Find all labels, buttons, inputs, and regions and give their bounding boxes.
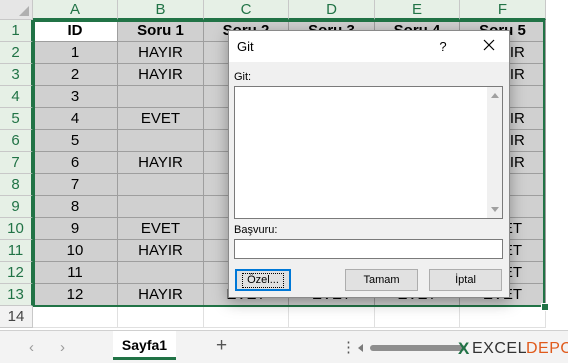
logo-excel: EXCEL [472,340,527,357]
scroll-left-icon[interactable] [358,344,363,352]
table-cell[interactable]: HAYIR [118,64,204,86]
column-header-b[interactable]: B [118,0,204,20]
goto-list-scrollbar[interactable] [487,87,502,218]
row-header-6[interactable]: 6 [0,130,33,152]
prev-sheet-icon[interactable]: ‹ [29,339,34,356]
table-cell[interactable]: 6 [33,152,118,174]
sheet-tab-bar: ‹ › Sayfa1 + ⋮ X EXCEL DEPO [0,330,568,363]
table-cell[interactable]: 9 [33,218,118,240]
table-cell[interactable] [375,306,460,328]
table-cell[interactable] [118,86,204,108]
add-sheet-button[interactable]: + [216,335,227,357]
scroll-down-icon[interactable] [491,207,499,212]
logo-depo: DEPO [526,340,568,357]
table-cell[interactable]: HAYIR [118,42,204,64]
reference-input[interactable] [234,239,503,259]
row-header-1[interactable]: 1 [0,20,33,42]
dialog-titlebar[interactable]: Git ? [229,31,509,62]
next-sheet-icon[interactable]: › [60,339,65,356]
table-cell[interactable]: 4 [33,108,118,130]
table-cell[interactable]: EVET [118,218,204,240]
table-cell[interactable]: 11 [33,262,118,284]
table-cell[interactable] [204,306,289,328]
row-header-12[interactable]: 12 [0,262,33,284]
table-cell[interactable] [33,306,118,328]
close-button[interactable] [477,35,501,57]
row-header-10[interactable]: 10 [0,218,33,240]
table-cell[interactable] [118,196,204,218]
reference-label: Başvuru: [234,224,278,236]
row-header-5[interactable]: 5 [0,108,33,130]
table-cell[interactable]: EVET [118,108,204,130]
scrollbar-thumb[interactable] [370,345,465,351]
close-icon [483,39,495,51]
table-cell[interactable]: HAYIR [118,240,204,262]
help-button[interactable]: ? [433,37,453,57]
goto-dialog: Git ? Git: Başvuru: Özel... Tamam İptal [228,30,510,298]
row-header-9[interactable]: 9 [0,196,33,218]
select-all-corner[interactable] [0,0,33,20]
table-cell[interactable] [118,130,204,152]
table-cell[interactable]: 12 [33,284,118,306]
table-cell[interactable] [118,262,204,284]
table-cell[interactable]: 1 [33,42,118,64]
row-header-3[interactable]: 3 [0,64,33,86]
dialog-title: Git [237,39,254,54]
horizontal-scrollbar[interactable] [358,344,468,352]
fill-handle[interactable] [541,303,549,311]
logo-x: X [458,339,470,358]
table-cell[interactable] [460,306,546,328]
table-cell[interactable]: 10 [33,240,118,262]
table-cell[interactable] [118,174,204,196]
goto-label: Git: [234,71,252,83]
table-cell[interactable]: HAYIR [118,284,204,306]
table-cell[interactable]: 7 [33,174,118,196]
column-header-f[interactable]: F [460,0,546,20]
column-header-d[interactable]: D [289,0,375,20]
column-header-c[interactable]: C [204,0,289,20]
ok-button[interactable]: Tamam [345,269,418,291]
row-header-7[interactable]: 7 [0,152,33,174]
row-header-4[interactable]: 4 [0,86,33,108]
table-cell[interactable] [118,306,204,328]
table-cell[interactable]: HAYIR [118,152,204,174]
cancel-button[interactable]: İptal [429,269,502,291]
column-header-e[interactable]: E [375,0,460,20]
row-header-8[interactable]: 8 [0,174,33,196]
row-header-2[interactable]: 2 [0,42,33,64]
table-cell[interactable]: 3 [33,86,118,108]
table-cell[interactable] [289,306,375,328]
table-cell[interactable]: 2 [33,64,118,86]
goto-list[interactable] [234,86,503,219]
special-button-label: Özel... [242,273,284,288]
column-header-a[interactable]: A [33,0,118,20]
table-cell[interactable]: 5 [33,130,118,152]
table-cell[interactable]: 8 [33,196,118,218]
row-header-11[interactable]: 11 [0,240,33,262]
row-header-13[interactable]: 13 [0,284,33,306]
row-header-14[interactable]: 14 [0,306,33,328]
more-options-icon[interactable]: ⋮ [341,338,356,356]
sheet-tab-sayfa1[interactable]: Sayfa1 [113,331,176,360]
exceldepo-logo: X EXCEL DEPO [458,339,568,358]
table-header-cell[interactable]: Soru 1 [118,20,204,42]
table-header-cell[interactable]: ID [33,20,118,42]
special-button[interactable]: Özel... [235,269,291,291]
scroll-up-icon[interactable] [491,93,499,98]
